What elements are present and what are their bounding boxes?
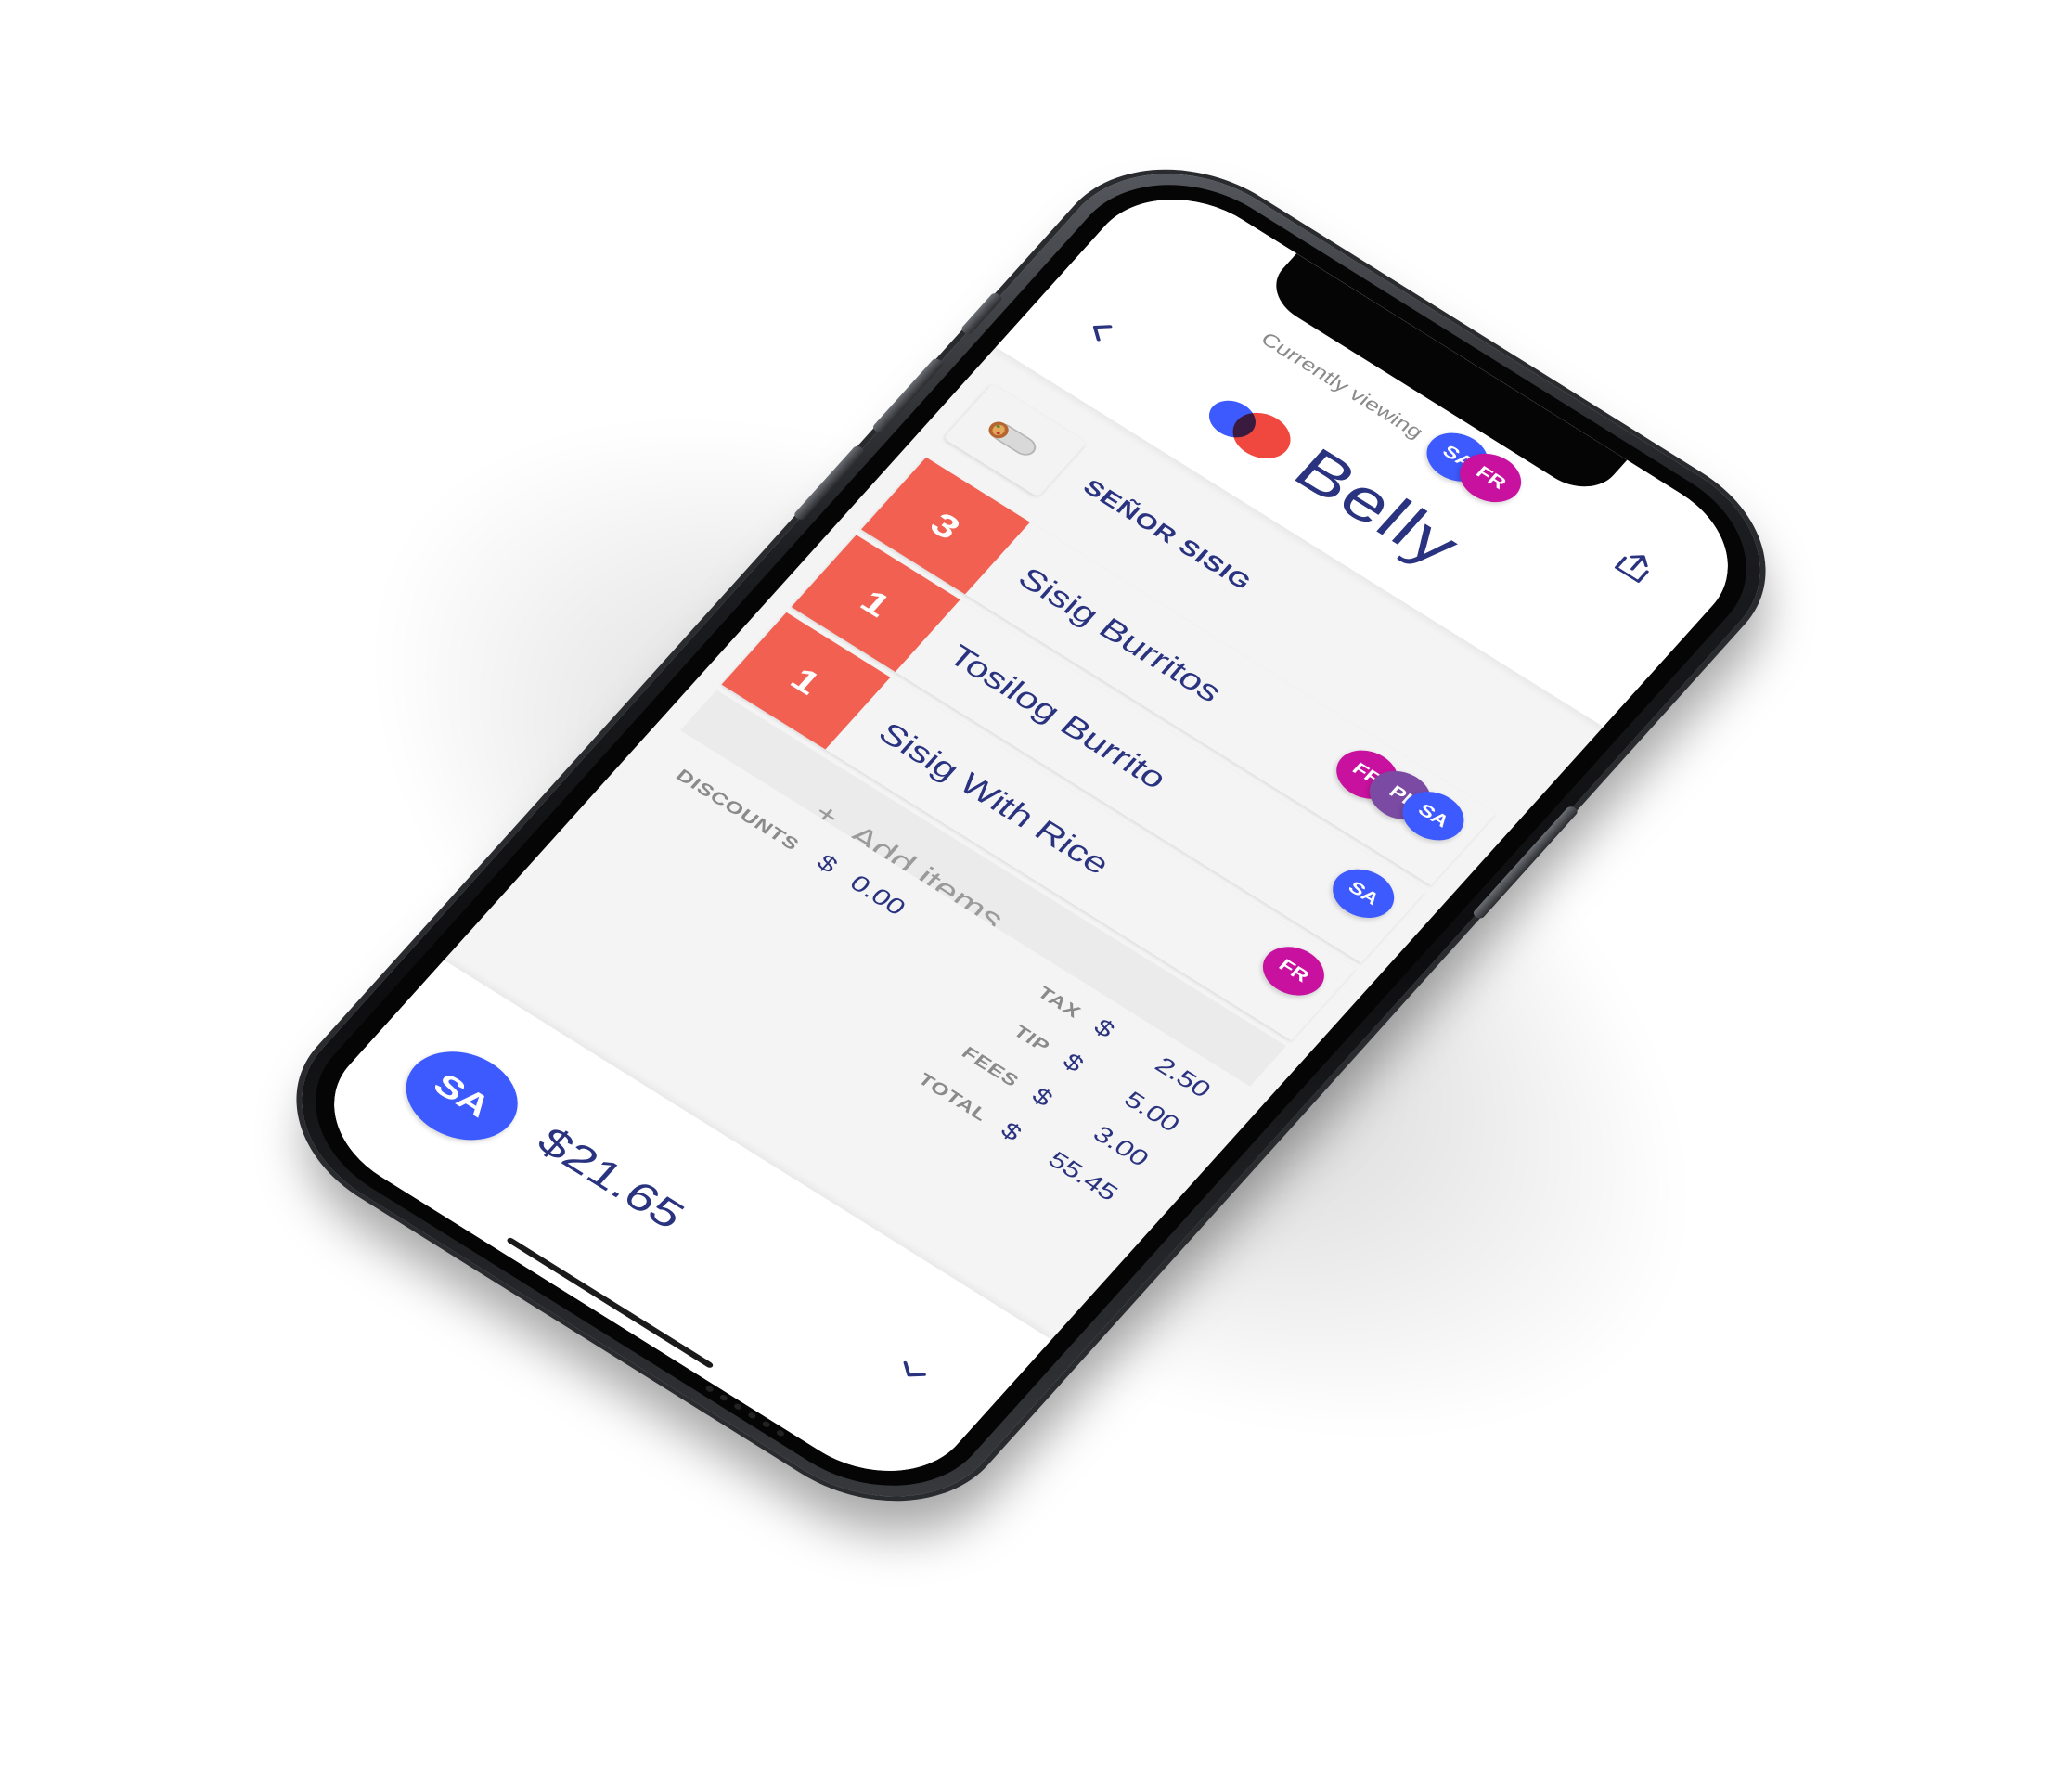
back-button[interactable] (1076, 312, 1123, 349)
discounts-currency: $ (811, 849, 844, 878)
logo-mark-icon (1197, 386, 1304, 470)
assignee-avatar-sa[interactable]: SA (1321, 858, 1406, 928)
burrito-icon (988, 421, 1037, 456)
item-assignees: FR (1251, 936, 1336, 1006)
stage: Currently viewing SA FR Belly SEÑOR SISI… (0, 0, 2062, 1792)
home-indicator[interactable] (505, 1236, 715, 1370)
chevron-left-icon (1092, 325, 1113, 342)
current-user-avatar[interactable]: SA (385, 1033, 539, 1158)
share-icon (1614, 555, 1649, 583)
discounts-value: 0.00 (844, 870, 912, 921)
chevron-down-icon (903, 1360, 926, 1377)
item-assignees: SA (1321, 858, 1406, 928)
user-share-amount: $21.65 (528, 1118, 695, 1238)
assignee-avatar-fr[interactable]: FR (1251, 936, 1336, 1006)
restaurant-thumbnail (943, 383, 1088, 497)
expand-button[interactable] (886, 1351, 937, 1393)
share-button[interactable] (1607, 543, 1664, 588)
